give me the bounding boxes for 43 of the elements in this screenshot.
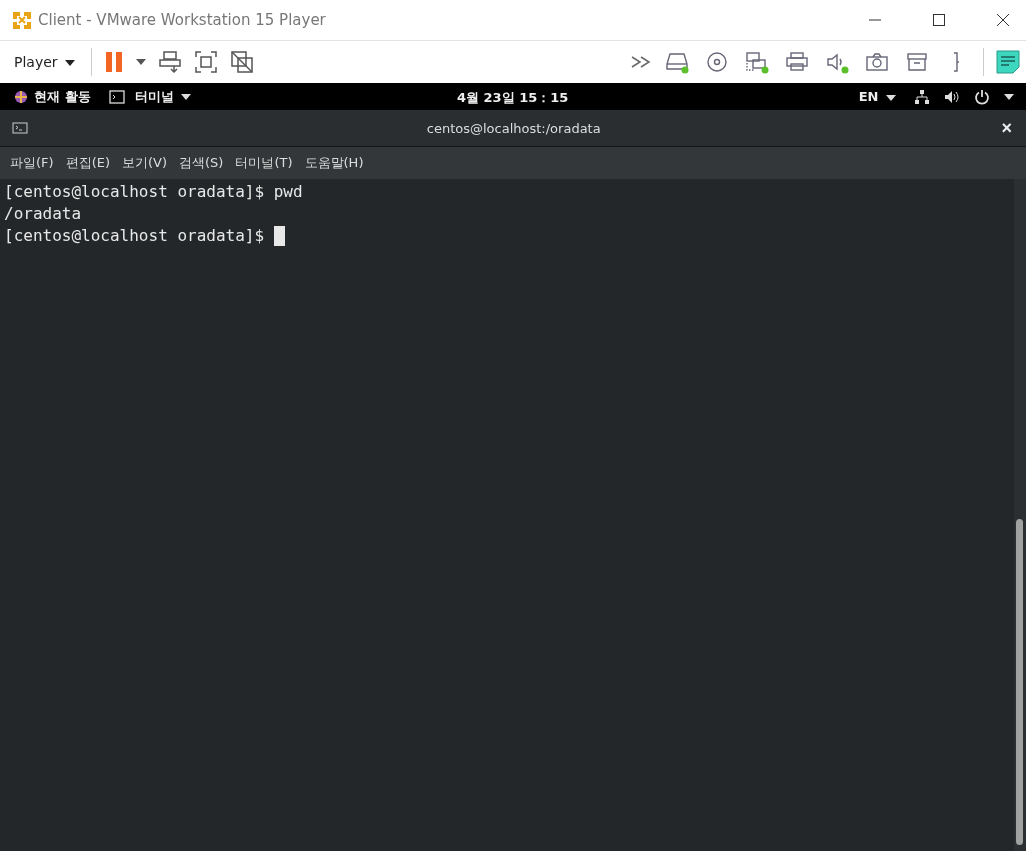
caret-icon — [65, 60, 75, 66]
menu-item[interactable]: 편집(E) — [59, 154, 116, 172]
power-icon[interactable] — [974, 88, 990, 105]
terminal-line: [centos@localhost oradata]$ — [4, 225, 266, 247]
menu-item[interactable]: 검색(S) — [173, 154, 230, 172]
language-menu[interactable]: EN — [854, 89, 900, 104]
terminal-title: centos@localhost:/oradata — [425, 120, 602, 136]
scrollbar-thumb[interactable] — [1016, 519, 1023, 845]
terminal-line: /oradata — [4, 203, 82, 225]
maximize-icon[interactable] — [932, 13, 946, 27]
window-title: Client - VMware Workstation 15 Player — [38, 11, 326, 29]
terminal-icon — [12, 122, 28, 134]
dropdown-icon[interactable] — [136, 59, 146, 65]
text-cursor — [273, 226, 285, 246]
menu-item[interactable]: 보기(V) — [116, 154, 174, 172]
close-icon[interactable] — [996, 13, 1010, 27]
activities-icon — [14, 89, 28, 104]
printer-icon[interactable] — [785, 50, 809, 74]
unity-icon[interactable] — [230, 50, 254, 74]
camera-icon[interactable] — [865, 50, 889, 74]
chevron-icon[interactable] — [631, 56, 651, 68]
cd-icon[interactable] — [705, 50, 729, 74]
menu-item[interactable]: 터미널(T) — [229, 154, 299, 172]
terminal-icon — [108, 89, 125, 104]
dropdown-icon[interactable] — [1004, 93, 1014, 100]
menu-item[interactable]: 도움말(H) — [298, 154, 370, 172]
terminal-line: [centos@localhost oradata]$ pwd — [4, 181, 303, 203]
caret-icon — [181, 94, 192, 100]
note-icon[interactable] — [996, 50, 1020, 74]
player-menu[interactable]: Player — [10, 54, 79, 70]
app-menu[interactable]: 터미널 — [130, 87, 196, 106]
caret-icon — [886, 94, 896, 101]
fullscreen-icon[interactable] — [194, 50, 218, 74]
hdd-icon[interactable] — [665, 50, 689, 74]
pause-icon[interactable] — [104, 51, 124, 73]
menu-item[interactable]: 파일(F) — [4, 154, 60, 172]
activities-button[interactable]: 현재 활동 — [34, 87, 91, 106]
close-button[interactable]: × — [999, 117, 1014, 139]
send-keys-icon[interactable] — [158, 50, 182, 74]
archive-icon[interactable] — [905, 50, 929, 74]
app-logo-icon — [12, 10, 32, 30]
network-icon[interactable] — [914, 88, 930, 105]
clock[interactable]: 4월 23일 15：15 — [457, 89, 569, 107]
